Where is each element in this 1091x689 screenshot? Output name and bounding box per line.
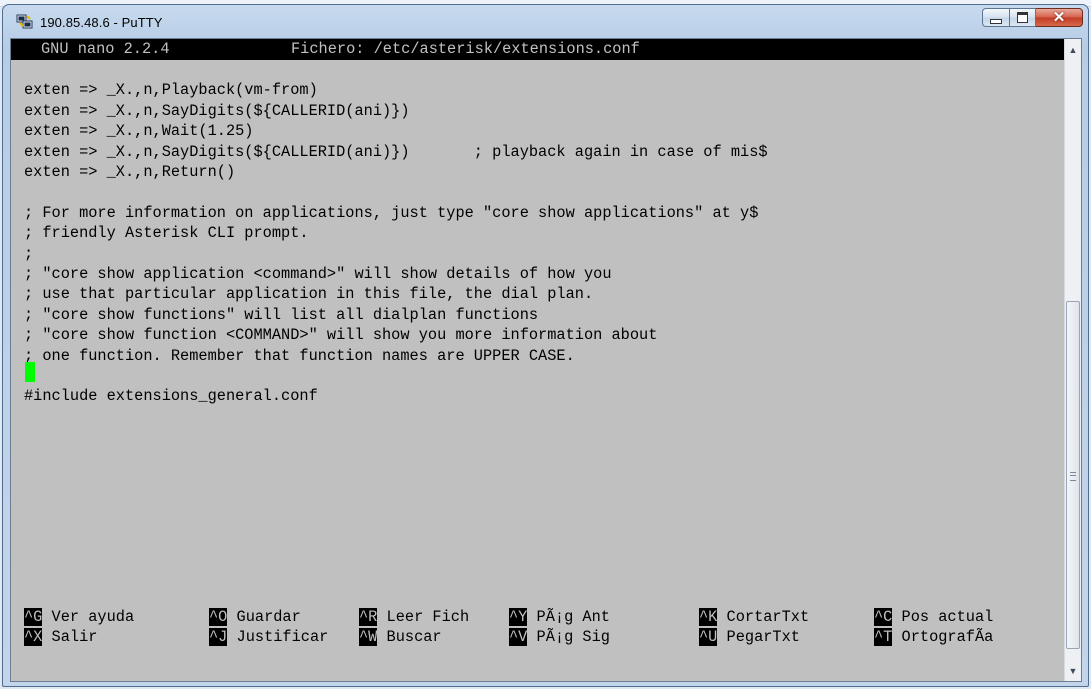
putty-window: 190.85.48.6 - PuTTY ✕ GNU nano 2.2.4 Fic…	[2, 4, 1089, 687]
close-icon: ✕	[1052, 9, 1066, 26]
window-title: 190.85.48.6 - PuTTY	[40, 14, 163, 30]
editor-line: exten => _X.,n,Return()	[24, 163, 236, 181]
shortcut-label: Leer Fich	[377, 608, 470, 626]
shortcut-item: ^W Buscar	[359, 627, 442, 647]
editor-line: ; one function. Remember that function n…	[24, 346, 575, 365]
shortcut-key: ^K	[699, 608, 718, 626]
shortcut-label: PegarTxt	[717, 628, 800, 647]
shortcut-label: Buscar	[377, 628, 442, 647]
shortcut-label: Pos actual	[892, 608, 994, 626]
minimize-icon	[990, 18, 1002, 24]
maximize-icon	[1017, 12, 1028, 23]
terminal-client-area: GNU nano 2.2.4 Fichero: /etc/asterisk/ex…	[10, 38, 1082, 682]
maximize-button[interactable]	[1009, 8, 1036, 27]
shortcut-key: ^G	[24, 608, 43, 626]
grip-icon	[1070, 472, 1076, 481]
shortcut-key: ^J	[209, 628, 228, 647]
shortcut-item: ^V PÃ¡g Sig	[509, 627, 610, 647]
editor-line: exten => _X.,n,SayDigits(${CALLERID(ani)…	[24, 101, 410, 120]
shortcut-label: PÃ¡g Ant	[527, 608, 610, 626]
editor-line: exten => _X.,n,Wait(1.25)	[24, 122, 254, 141]
shortcut-key: ^X	[24, 628, 43, 647]
shortcut-label: PÃ¡g Sig	[527, 628, 610, 647]
editor-line: exten => _X.,n,Playback(vm-from)	[24, 81, 318, 100]
shortcut-label: CortarTxt	[717, 608, 810, 626]
title-bar[interactable]: 190.85.48.6 - PuTTY ✕	[3, 5, 1088, 39]
nano-header-bar: GNU nano 2.2.4 Fichero: /etc/asterisk/ex…	[11, 39, 1064, 60]
vertical-scrollbar[interactable]: ▲ ▼	[1064, 39, 1081, 681]
shortcut-key: ^R	[359, 608, 378, 626]
shortcut-key: ^W	[359, 628, 378, 647]
nano-shortcut-bar: ^G Ver ayuda ^O Guardar ^R Leer Fich ^Y PÃ¡…	[24, 607, 1064, 649]
editor-line: ; "core show functions" will list all di…	[24, 305, 539, 324]
shortcut-item: ^Y PÃ¡g Ant	[509, 607, 610, 627]
scroll-down-button[interactable]: ▼	[1065, 662, 1081, 679]
shortcut-item: ^C Pos actual	[874, 607, 993, 627]
scroll-up-button[interactable]: ▲	[1065, 41, 1081, 58]
shortcut-label: Guardar	[227, 608, 301, 626]
scroll-thumb[interactable]	[1066, 301, 1080, 649]
putty-icon	[16, 14, 34, 30]
editor-line: exten => _X.,n,SayDigits(${CALLERID(ani)…	[24, 142, 768, 161]
shortcut-label: OrtografÃ­a	[892, 628, 994, 647]
shortcut-item: ^O Guardar	[209, 607, 301, 627]
editor-line: ; use that particular application in thi…	[24, 285, 594, 304]
editor-line: ; "core show application <command>" will…	[24, 265, 612, 283]
shortcut-item: ^U PegarTxt	[699, 627, 800, 647]
shortcut-item: ^R Leer Fich	[359, 607, 469, 627]
caption-buttons: ✕	[982, 8, 1083, 27]
shortcut-item: ^J Justificar	[209, 627, 328, 647]
shortcut-label: Salir	[42, 628, 98, 647]
shortcut-key: ^U	[699, 628, 718, 647]
shortcut-key: ^O	[209, 608, 228, 626]
shortcut-key: ^C	[874, 608, 893, 626]
nano-file-label: Fichero: /etc/asterisk/extensions.conf	[291, 40, 640, 58]
text-cursor	[25, 362, 35, 382]
chevron-down-icon: ▼	[1068, 665, 1078, 676]
nano-version: GNU nano 2.2.4	[41, 40, 170, 58]
editor-line: ; friendly Asterisk CLI prompt.	[24, 224, 309, 243]
editor-line: ; "core show function <COMMAND>" will sh…	[24, 326, 658, 345]
minimize-button[interactable]	[982, 8, 1009, 27]
shortcut-key: ^V	[509, 628, 528, 647]
editor-line: ; For more information on applications, …	[24, 203, 759, 222]
editor-line: ;	[24, 244, 34, 263]
shortcut-key: ^Y	[509, 608, 528, 626]
shortcut-key: ^T	[874, 628, 893, 647]
chevron-up-icon: ▲	[1068, 44, 1078, 55]
shortcut-label: Justificar	[227, 628, 329, 647]
shortcut-label: Ver ayuda	[42, 608, 135, 626]
shortcut-item: ^T OrtografÃ­a	[874, 627, 993, 647]
shortcut-item: ^G Ver ayuda	[24, 607, 134, 627]
editor-line: #include extensions_general.conf	[24, 387, 318, 406]
terminal-screen[interactable]: GNU nano 2.2.4 Fichero: /etc/asterisk/ex…	[11, 39, 1064, 681]
close-button[interactable]: ✕	[1036, 8, 1083, 27]
shortcut-item: ^X Salir	[24, 627, 97, 647]
shortcut-item: ^K CortarTxt	[699, 607, 809, 627]
